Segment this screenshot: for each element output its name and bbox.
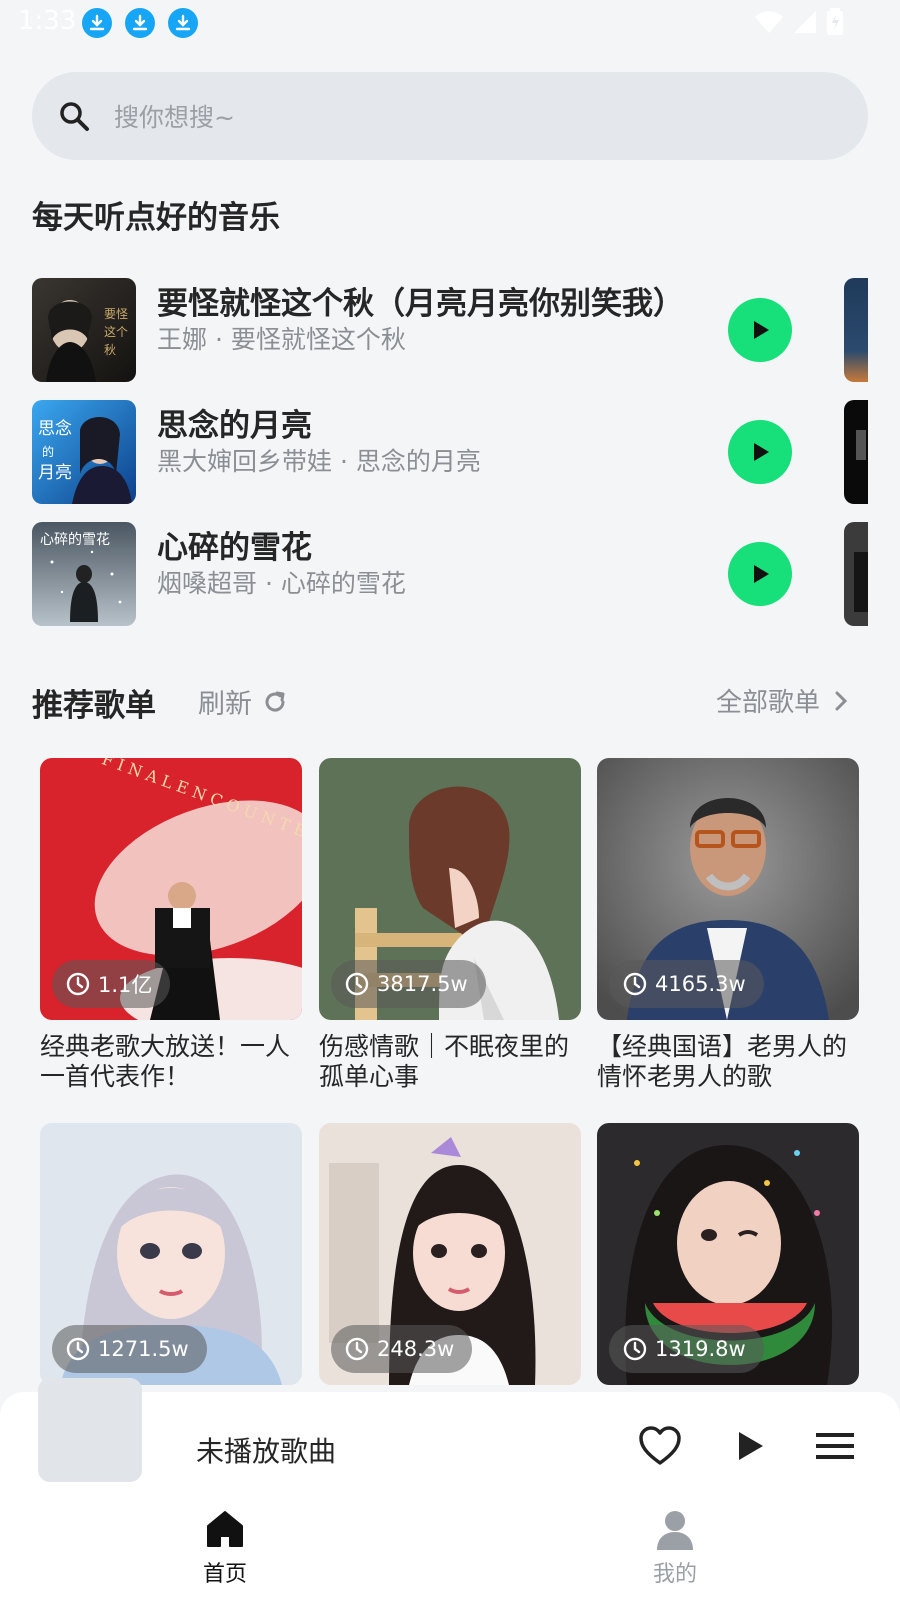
svg-text:月亮: 月亮 <box>38 463 72 483</box>
play-count-badge: 248.3w <box>331 1325 473 1373</box>
heart-icon <box>639 1426 681 1465</box>
play-button[interactable] <box>728 542 792 606</box>
user-icon <box>657 1511 693 1550</box>
svg-text:要怪: 要怪 <box>104 307 128 321</box>
play-count: 248.3w <box>377 1337 455 1361</box>
home-icon <box>207 1511 243 1547</box>
song-title: 思念的月亮 <box>157 408 312 444</box>
playlist-cover: 4165.3w <box>597 758 859 1020</box>
refresh-button[interactable]: 刷新 <box>198 682 288 721</box>
play-count: 1319.8w <box>655 1337 746 1361</box>
svg-text:心碎的雪花: 心碎的雪花 <box>40 532 110 548</box>
chevron-right-icon <box>835 691 848 710</box>
download-icon <box>125 8 155 38</box>
clock-icon <box>623 1337 647 1361</box>
song-title: 要怪就怪这个秋（月亮月亮你别笑我） <box>157 286 684 322</box>
playlist-card[interactable]: 4165.3w 【经典国语】老男人的情怀老男人的歌 <box>597 758 859 1092</box>
playlist-card[interactable]: 248.3w <box>319 1123 581 1397</box>
song-row[interactable]: 要怪 这个 秋 要怪就怪这个秋（月亮月亮你别笑我） 王娜 · 要怪就怪这个秋 <box>32 278 868 382</box>
song-subtitle: 王娜 · 要怪就怪这个秋 <box>157 325 406 354</box>
play-count: 1.1亿 <box>98 973 153 997</box>
clock-icon <box>623 972 647 996</box>
playlist-card[interactable]: 3817.5w 伤感情歌｜不眠夜里的孤单心事 <box>319 758 581 1092</box>
play-count-badge: 1271.5w <box>52 1325 207 1373</box>
playlist-cover: 248.3w <box>319 1123 581 1385</box>
clock-icon <box>345 1337 369 1361</box>
clock-icon <box>66 1337 90 1361</box>
refresh-label: 刷新 <box>198 689 252 720</box>
svg-text:的: 的 <box>42 444 54 459</box>
play-count: 1271.5w <box>98 1337 189 1361</box>
play-button[interactable] <box>728 420 792 484</box>
search-icon <box>60 102 89 131</box>
favorite-button[interactable] <box>638 1426 682 1470</box>
bottom-player: 未播放歌曲 首页 我的 <box>0 1378 900 1600</box>
playlist-card[interactable]: 1319.8w <box>597 1123 859 1397</box>
now-playing-title[interactable]: 未播放歌曲 <box>196 1430 336 1470</box>
play-count-badge: 4165.3w <box>609 960 764 1008</box>
play-count-badge: 1.1亿 <box>52 960 171 1008</box>
playlist-card[interactable]: 1271.5w <box>40 1123 302 1397</box>
play-button[interactable] <box>728 298 792 362</box>
play-count: 4165.3w <box>655 972 746 996</box>
wifi-icon <box>755 11 783 33</box>
clock-icon <box>345 972 369 996</box>
svg-text:思念: 思念 <box>38 418 72 439</box>
playlist-queue-button[interactable] <box>816 1432 854 1464</box>
playlist-title: 经典老歌大放送！一人一首代表作！ <box>40 1032 291 1091</box>
refresh-icon <box>265 691 285 711</box>
play-count: 3817.5w <box>377 972 468 996</box>
playlist-cover: F I N A L E N C O U N T E R 1.1亿 <box>40 758 302 1020</box>
status-bar: 1:33 <box>0 0 900 48</box>
next-cover-peek <box>844 522 868 626</box>
svg-text:秋: 秋 <box>104 343 116 357</box>
play-icon <box>754 565 769 583</box>
download-icon <box>168 8 198 38</box>
song-cover: 心碎的雪花 <box>32 522 136 626</box>
playlist-cover: 1271.5w <box>40 1123 302 1385</box>
song-subtitle: 黑大婶回乡带娃 · 思念的月亮 <box>157 447 481 476</box>
now-playing-cover[interactable] <box>38 1378 142 1482</box>
nav-mine-label: 我的 <box>652 1562 697 1587</box>
signal-icon <box>794 11 816 33</box>
nav-home-label: 首页 <box>202 1562 247 1587</box>
next-cover-peek <box>844 278 868 382</box>
status-time: 1:33 <box>18 6 77 36</box>
play-count-badge: 1319.8w <box>609 1325 764 1373</box>
search-bar[interactable]: 搜你想搜~ <box>32 72 868 160</box>
play-icon <box>754 443 769 461</box>
song-row[interactable]: 思念 的 月亮 思念的月亮 黑大婶回乡带娃 · 思念的月亮 <box>32 400 868 504</box>
clock-icon <box>66 972 90 996</box>
menu-icon <box>816 1433 854 1459</box>
playlist-cover: 1319.8w <box>597 1123 859 1385</box>
svg-text:这个: 这个 <box>104 324 128 339</box>
all-playlists-link[interactable]: 全部歌单 <box>716 682 848 719</box>
next-cover-peek <box>844 400 868 504</box>
download-icon <box>82 8 112 38</box>
all-playlists-label: 全部歌单 <box>715 688 820 718</box>
battery-icon <box>827 8 843 35</box>
daily-section-title: 每天听点好的音乐 <box>32 200 280 236</box>
playlist-cover: 3817.5w <box>319 758 581 1020</box>
playlists-section-title: 推荐歌单 <box>32 688 156 724</box>
song-cover: 思念 的 月亮 <box>32 400 136 504</box>
playlist-title: 【经典国语】老男人的情怀老男人的歌 <box>597 1032 848 1091</box>
nav-mine[interactable]: 我的 <box>635 1510 715 1588</box>
song-cover: 要怪 这个 秋 <box>32 278 136 382</box>
song-subtitle: 烟嗓超哥 · 心碎的雪花 <box>157 569 406 598</box>
play-icon <box>739 1432 763 1460</box>
player-play-button[interactable] <box>735 1430 765 1466</box>
play-count-badge: 3817.5w <box>331 960 486 1008</box>
playlist-title: 伤感情歌｜不眠夜里的孤单心事 <box>319 1032 570 1091</box>
search-placeholder: 搜你想搜~ <box>114 103 235 132</box>
nav-home[interactable]: 首页 <box>185 1510 265 1588</box>
playlist-card[interactable]: F I N A L E N C O U N T E R 1.1亿 经典老歌大放送… <box>40 758 302 1092</box>
song-title: 心碎的雪花 <box>157 530 312 566</box>
play-icon <box>754 321 769 339</box>
song-row[interactable]: 心碎的雪花 心碎的雪花 烟嗓超哥 · 心碎的雪花 <box>32 522 868 626</box>
